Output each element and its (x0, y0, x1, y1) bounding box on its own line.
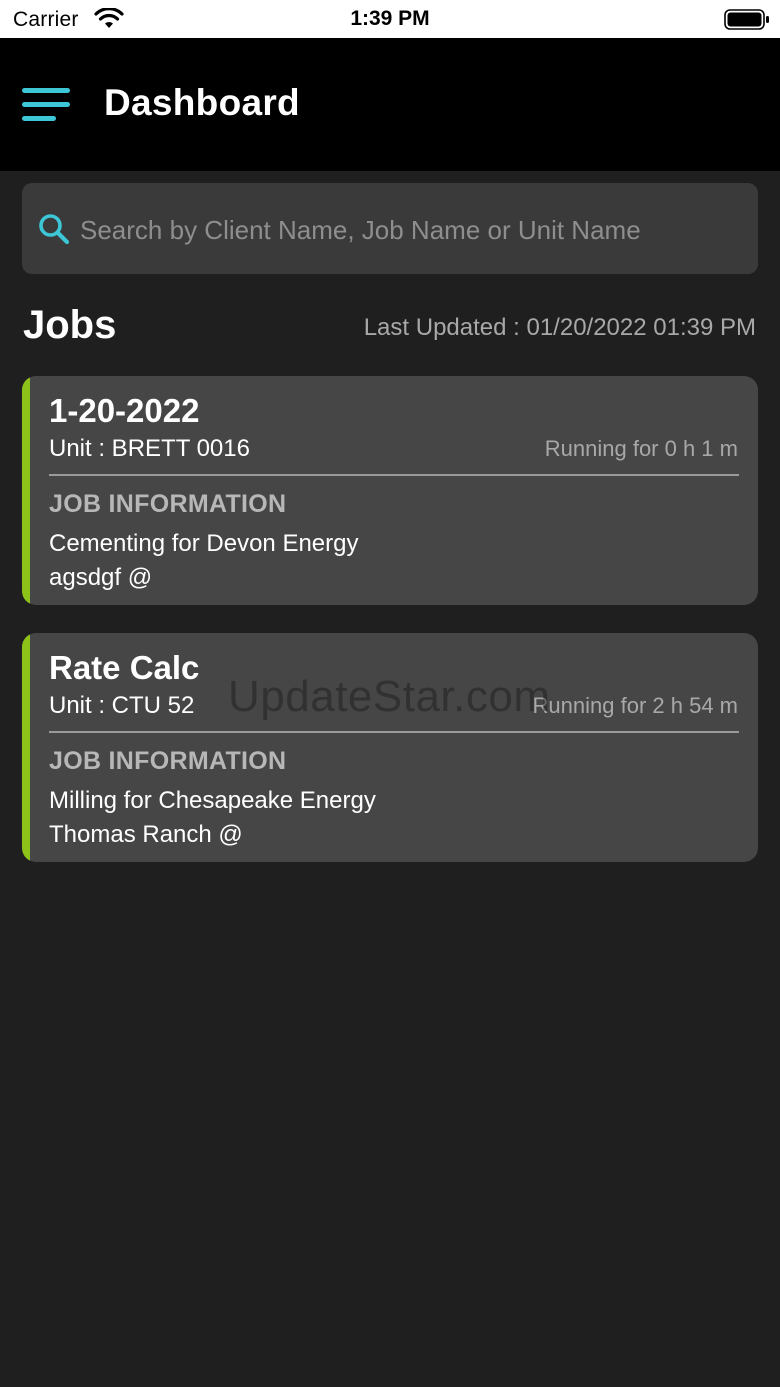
divider (49, 474, 739, 476)
job-description: Cementing for Devon Energy (49, 530, 359, 557)
search-input[interactable] (78, 207, 742, 253)
search-bar[interactable] (22, 183, 758, 274)
search-icon (38, 213, 70, 245)
last-updated-label: Last Updated : 01/20/2022 01:39 PM (363, 314, 756, 341)
job-card[interactable]: Rate Calc Unit : CTU 52 Running for 2 h … (22, 633, 758, 862)
hamburger-menu-icon[interactable] (22, 88, 70, 122)
status-bar: Carrier 1:39 PM (0, 0, 780, 38)
jobs-heading: Jobs (23, 303, 117, 347)
job-running-time: Running for 2 h 54 m (532, 693, 738, 718)
navigation-bar: Dashboard (0, 38, 780, 171)
job-status-indicator (22, 376, 30, 605)
job-description: Milling for Chesapeake Energy (49, 787, 376, 814)
battery-icon (724, 9, 770, 36)
page-title: Dashboard (104, 82, 300, 123)
job-information-heading: JOB INFORMATION (49, 747, 287, 775)
clock: 1:39 PM (350, 7, 430, 30)
job-information-heading: JOB INFORMATION (49, 490, 287, 518)
job-title: 1-20-2022 (49, 392, 200, 429)
job-location: agsdgf @ (49, 564, 153, 591)
divider (49, 731, 739, 733)
job-running-time: Running for 0 h 1 m (544, 436, 738, 461)
job-location: Thomas Ranch @ (49, 821, 243, 848)
job-card[interactable]: 1-20-2022 Unit : BRETT 0016 Running for … (22, 376, 758, 605)
job-title: Rate Calc (49, 649, 200, 686)
job-status-indicator (22, 633, 30, 862)
job-unit: Unit : CTU 52 (49, 692, 195, 719)
job-unit: Unit : BRETT 0016 (49, 435, 250, 462)
